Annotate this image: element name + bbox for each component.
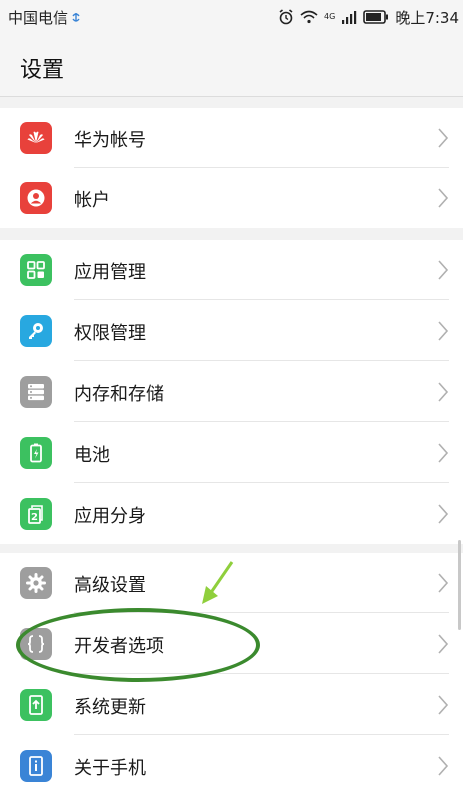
divider xyxy=(74,421,449,422)
settings-item-system-update[interactable]: 系统更新 xyxy=(0,675,463,735)
annotation-arrow-icon xyxy=(202,561,234,604)
wifi-icon xyxy=(300,10,318,24)
hd-voice-icon xyxy=(72,13,80,22)
settings-item-about-phone[interactable]: 关于手机 xyxy=(0,736,463,796)
divider xyxy=(74,734,449,735)
chevron-right-icon xyxy=(438,321,449,341)
key-icon xyxy=(20,315,52,347)
divider xyxy=(74,482,449,483)
settings-item-label: 电池 xyxy=(74,445,110,466)
settings-item-accounts[interactable]: 帐户 xyxy=(0,168,463,228)
chevron-right-icon xyxy=(438,128,449,148)
settings-group-apps: 应用管理 权限管理 内存和存储 电池 2 应用分身 xyxy=(0,240,463,544)
phone-info-icon xyxy=(20,750,52,782)
settings-item-label: 关于手机 xyxy=(74,758,146,779)
signal-icon xyxy=(342,11,357,24)
chevron-right-icon xyxy=(438,504,449,524)
chevron-right-icon xyxy=(438,634,449,654)
scrollbar[interactable] xyxy=(458,540,461,630)
settings-item-label: 权限管理 xyxy=(74,323,146,344)
battery-status-icon xyxy=(363,10,389,24)
battery-icon xyxy=(20,437,52,469)
settings-item-label: 应用分身 xyxy=(74,506,146,527)
system-update-icon xyxy=(20,689,52,721)
settings-item-battery[interactable]: 电池 xyxy=(0,423,463,483)
settings-item-label: 高级设置 xyxy=(74,575,146,596)
settings-item-label: 内存和存储 xyxy=(74,384,164,405)
divider xyxy=(74,299,449,300)
chevron-right-icon xyxy=(438,382,449,402)
settings-item-label: 帐户 xyxy=(74,190,110,211)
settings-item-permission-management[interactable]: 权限管理 xyxy=(0,301,463,361)
user-icon xyxy=(20,182,52,214)
highlight-ellipse xyxy=(16,608,260,682)
clock-time: 晚上7:34 xyxy=(395,8,459,27)
storage-icon xyxy=(20,376,52,408)
chevron-right-icon xyxy=(438,188,449,208)
chevron-right-icon xyxy=(438,573,449,593)
settings-item-label: 华为帐号 xyxy=(74,130,146,151)
network-type-label: 4G xyxy=(324,12,336,21)
app-bar: 设置 xyxy=(0,34,463,97)
svg-text:2: 2 xyxy=(31,512,38,523)
gear-icon xyxy=(20,567,52,599)
app-twin-icon: 2 xyxy=(20,498,52,530)
status-bar: 中国电信 4G 晚上7:34 xyxy=(0,0,463,34)
chevron-right-icon xyxy=(438,443,449,463)
settings-item-label: 系统更新 xyxy=(74,697,146,718)
alarm-clock-icon xyxy=(279,9,293,25)
carrier-name: 中国电信 xyxy=(8,7,81,28)
page-title: 设置 xyxy=(20,58,65,83)
chevron-right-icon xyxy=(438,695,449,715)
chevron-right-icon xyxy=(438,260,449,280)
huawei-logo-icon xyxy=(20,122,52,154)
settings-item-label: 应用管理 xyxy=(74,262,146,283)
app-grid-icon xyxy=(20,254,52,286)
divider xyxy=(74,360,449,361)
settings-item-app-twin[interactable]: 2 应用分身 xyxy=(0,484,463,544)
settings-group-account: 华为帐号 帐户 xyxy=(0,108,463,228)
settings-item-memory-storage[interactable]: 内存和存储 xyxy=(0,362,463,422)
chevron-right-icon xyxy=(438,756,449,776)
settings-item-huawei-account[interactable]: 华为帐号 xyxy=(0,108,463,168)
settings-item-app-management[interactable]: 应用管理 xyxy=(0,240,463,300)
